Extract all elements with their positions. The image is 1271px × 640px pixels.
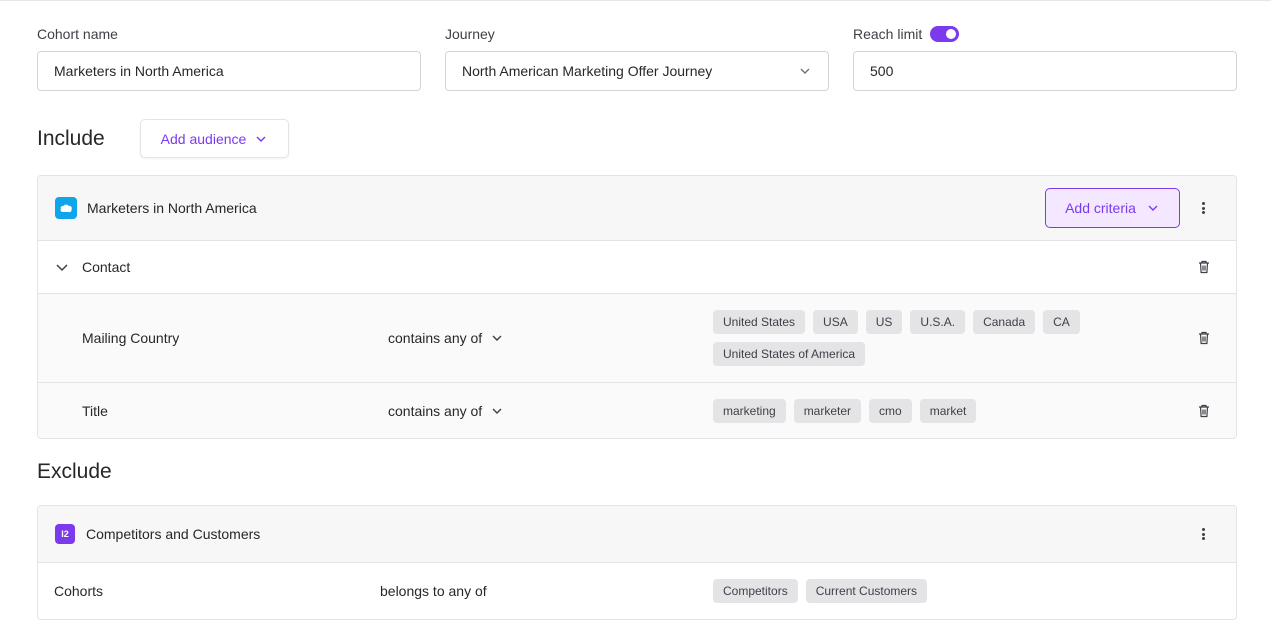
chevron-down-icon[interactable] <box>55 260 69 274</box>
value-chip: U.S.A. <box>910 310 966 334</box>
criteria-operator-label: contains any of <box>388 330 483 346</box>
criteria-field: Cohorts <box>54 583 104 599</box>
value-chip: Competitors <box>713 579 798 603</box>
criteria-operator-label: belongs to any of <box>380 583 487 599</box>
add-audience-label: Add audience <box>160 130 247 147</box>
exclude-criteria-row: Cohorts belongs to any of Competitors Cu… <box>38 563 1236 619</box>
value-chip: United States <box>713 310 806 334</box>
include-audience-name: Marketers in North America <box>87 200 257 216</box>
contact-group-label: Contact <box>82 259 131 275</box>
chevron-down-icon <box>1148 205 1158 211</box>
criteria-values: Competitors Current Customers <box>713 579 928 603</box>
reach-limit-toggle[interactable] <box>930 26 960 42</box>
more-options-icon[interactable] <box>1198 200 1208 216</box>
top-divider <box>0 0 1271 1</box>
chevron-down-icon <box>492 408 502 414</box>
journey-field-group: Journey North American Marketing Offer J… <box>445 25 829 91</box>
add-audience-button[interactable]: Add audience <box>140 119 289 158</box>
exclude-audience-header: I2 Competitors and Customers <box>38 506 1236 563</box>
cohort-name-field-group: Cohort name Marketers in North America <box>37 25 421 91</box>
exclude-audience-name: Competitors and Customers <box>86 526 261 542</box>
trash-icon[interactable] <box>1198 331 1210 345</box>
value-chip: cmo <box>869 399 912 423</box>
cohort-badge-icon: I2 <box>55 524 75 544</box>
include-audience-header: Marketers in North America Add criteria <box>38 176 1236 241</box>
reach-limit-label: Reach limit <box>853 26 923 42</box>
trash-icon[interactable] <box>1198 404 1210 418</box>
value-chip: Current Customers <box>805 579 928 603</box>
criteria-row-title: Title contains any of marketing marketer… <box>38 383 1236 438</box>
value-chip: market <box>919 399 977 423</box>
criteria-operator-select[interactable]: contains any of <box>388 403 504 419</box>
add-criteria-button[interactable]: Add criteria <box>1045 188 1180 228</box>
criteria-field: Mailing Country <box>82 330 180 346</box>
cohort-name-input[interactable]: Marketers in North America <box>37 51 421 91</box>
cohort-name-value: Marketers in North America <box>54 63 224 79</box>
more-options-icon[interactable] <box>1198 526 1208 542</box>
value-chip: Canada <box>973 310 1036 334</box>
value-chip: US <box>865 310 903 334</box>
trash-icon[interactable] <box>1198 260 1210 274</box>
criteria-values: marketing marketer cmo market <box>713 399 1113 423</box>
value-chip: CA <box>1043 310 1080 334</box>
value-chip: marketer <box>793 399 862 423</box>
reach-limit-field-group: Reach limit 500 <box>853 25 1237 91</box>
salesforce-icon <box>55 197 77 219</box>
contact-group-row: Contact <box>38 241 1236 294</box>
criteria-values: United States USA US U.S.A. Canada CA Un… <box>713 310 1113 366</box>
value-chip: marketing <box>713 399 786 423</box>
criteria-operator-label: contains any of <box>388 403 483 419</box>
journey-select[interactable]: North American Marketing Offer Journey <box>445 51 829 91</box>
criteria-field: Title <box>82 403 108 419</box>
exclude-audience-card: I2 Competitors and Customers Cohorts bel… <box>37 505 1237 620</box>
include-audience-card: Marketers in North America Add criteria … <box>37 175 1237 439</box>
reach-limit-input[interactable]: 500 <box>853 51 1237 91</box>
chevron-down-icon <box>800 68 810 74</box>
reach-limit-value: 500 <box>870 63 894 79</box>
chevron-down-icon <box>256 136 266 142</box>
criteria-row-mailing-country: Mailing Country contains any of United S… <box>38 294 1236 383</box>
criteria-operator-select[interactable]: contains any of <box>388 330 504 346</box>
journey-label: Journey <box>445 26 495 42</box>
value-chip: United States of America <box>713 342 866 366</box>
cohort-name-label: Cohort name <box>37 26 118 42</box>
chevron-down-icon <box>492 335 502 341</box>
exclude-heading: Exclude <box>37 460 112 483</box>
journey-value: North American Marketing Offer Journey <box>462 63 713 79</box>
include-heading: Include <box>37 127 105 150</box>
add-criteria-label: Add criteria <box>1065 200 1136 216</box>
value-chip: USA <box>813 310 858 334</box>
